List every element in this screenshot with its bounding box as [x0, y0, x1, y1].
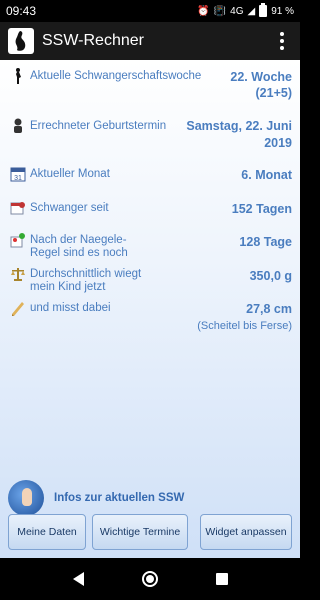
value-current-week-detail: (21+5): [255, 86, 292, 100]
label-days-remaining: Nach der Naegele-Regel sind es noch: [30, 234, 128, 259]
label-weight: Durchschnittlich wiegt mein Kind jetzt: [30, 268, 142, 293]
label-length: und misst dabei: [30, 302, 111, 314]
important-dates-button[interactable]: Wichtige Termine: [92, 514, 188, 550]
label-current-week: Aktuelle Schwangerschaftswoche: [30, 70, 202, 82]
overflow-menu-icon[interactable]: [272, 29, 292, 53]
system-nav-bar: [0, 558, 300, 600]
value-current-week: 22. Woche: [230, 70, 292, 84]
app-logo-icon: [8, 28, 34, 54]
value-current-month: 6. Monat: [241, 168, 292, 182]
pregnant-figure-icon: [10, 68, 26, 84]
value-pregnant-since: 152 Tagen: [231, 202, 292, 216]
widget-settings-button[interactable]: Widget anpassen: [200, 514, 292, 550]
value-due-date: Samstag, 22. Juni: [186, 119, 292, 133]
scale-icon: [10, 266, 26, 282]
my-data-button[interactable]: Meine Daten: [8, 514, 86, 550]
calendar-icon: 31: [10, 166, 26, 182]
battery-icon: [259, 3, 268, 17]
value-days-remaining: 128 Tage: [239, 235, 292, 249]
vibrate-icon: 📳: [213, 5, 227, 17]
value-length: 27,8 cm: [246, 302, 292, 316]
label-current-month: Aktueller Monat: [30, 168, 110, 180]
back-icon[interactable]: [72, 572, 84, 586]
recent-apps-icon[interactable]: [215, 573, 228, 585]
home-icon[interactable]: [141, 571, 158, 587]
info-current-week-label[interactable]: Infos zur aktuellen SSW: [54, 492, 184, 504]
status-bar: 09:43 ⏰ 📳 4G ◢ 91 %: [0, 0, 300, 22]
signal-icon: ◢: [247, 5, 256, 17]
app-bar: SSW-Rechner: [0, 22, 300, 60]
label-due-date: Errechneter Geburtstermin: [30, 120, 167, 132]
status-time: 09:43: [6, 4, 37, 18]
info-fetus-icon[interactable]: [8, 480, 44, 516]
battery-level: 91 %: [271, 5, 294, 17]
main-content: Aktuelle Schwangerschaftswoche 22. Woche…: [0, 60, 300, 558]
app-title: SSW-Rechner: [42, 32, 144, 49]
label-pregnant-since: Schwanger seit: [30, 202, 109, 214]
calendar-stamp-icon: [10, 200, 26, 216]
info-current-week[interactable]: Infos zur aktuellen SSW: [8, 480, 184, 516]
svg-text:31: 31: [14, 175, 22, 182]
value-length-note: (Scheitel bis Ferse): [197, 320, 292, 332]
ruler-icon: [10, 300, 26, 316]
value-due-date-year: 2019: [264, 136, 292, 150]
pin-calendar-icon: [10, 232, 26, 248]
baby-icon: [10, 118, 26, 134]
value-weight: 350,0 g: [249, 269, 292, 283]
network-type: 4G: [230, 5, 244, 17]
alarm-icon: ⏰: [197, 5, 210, 17]
